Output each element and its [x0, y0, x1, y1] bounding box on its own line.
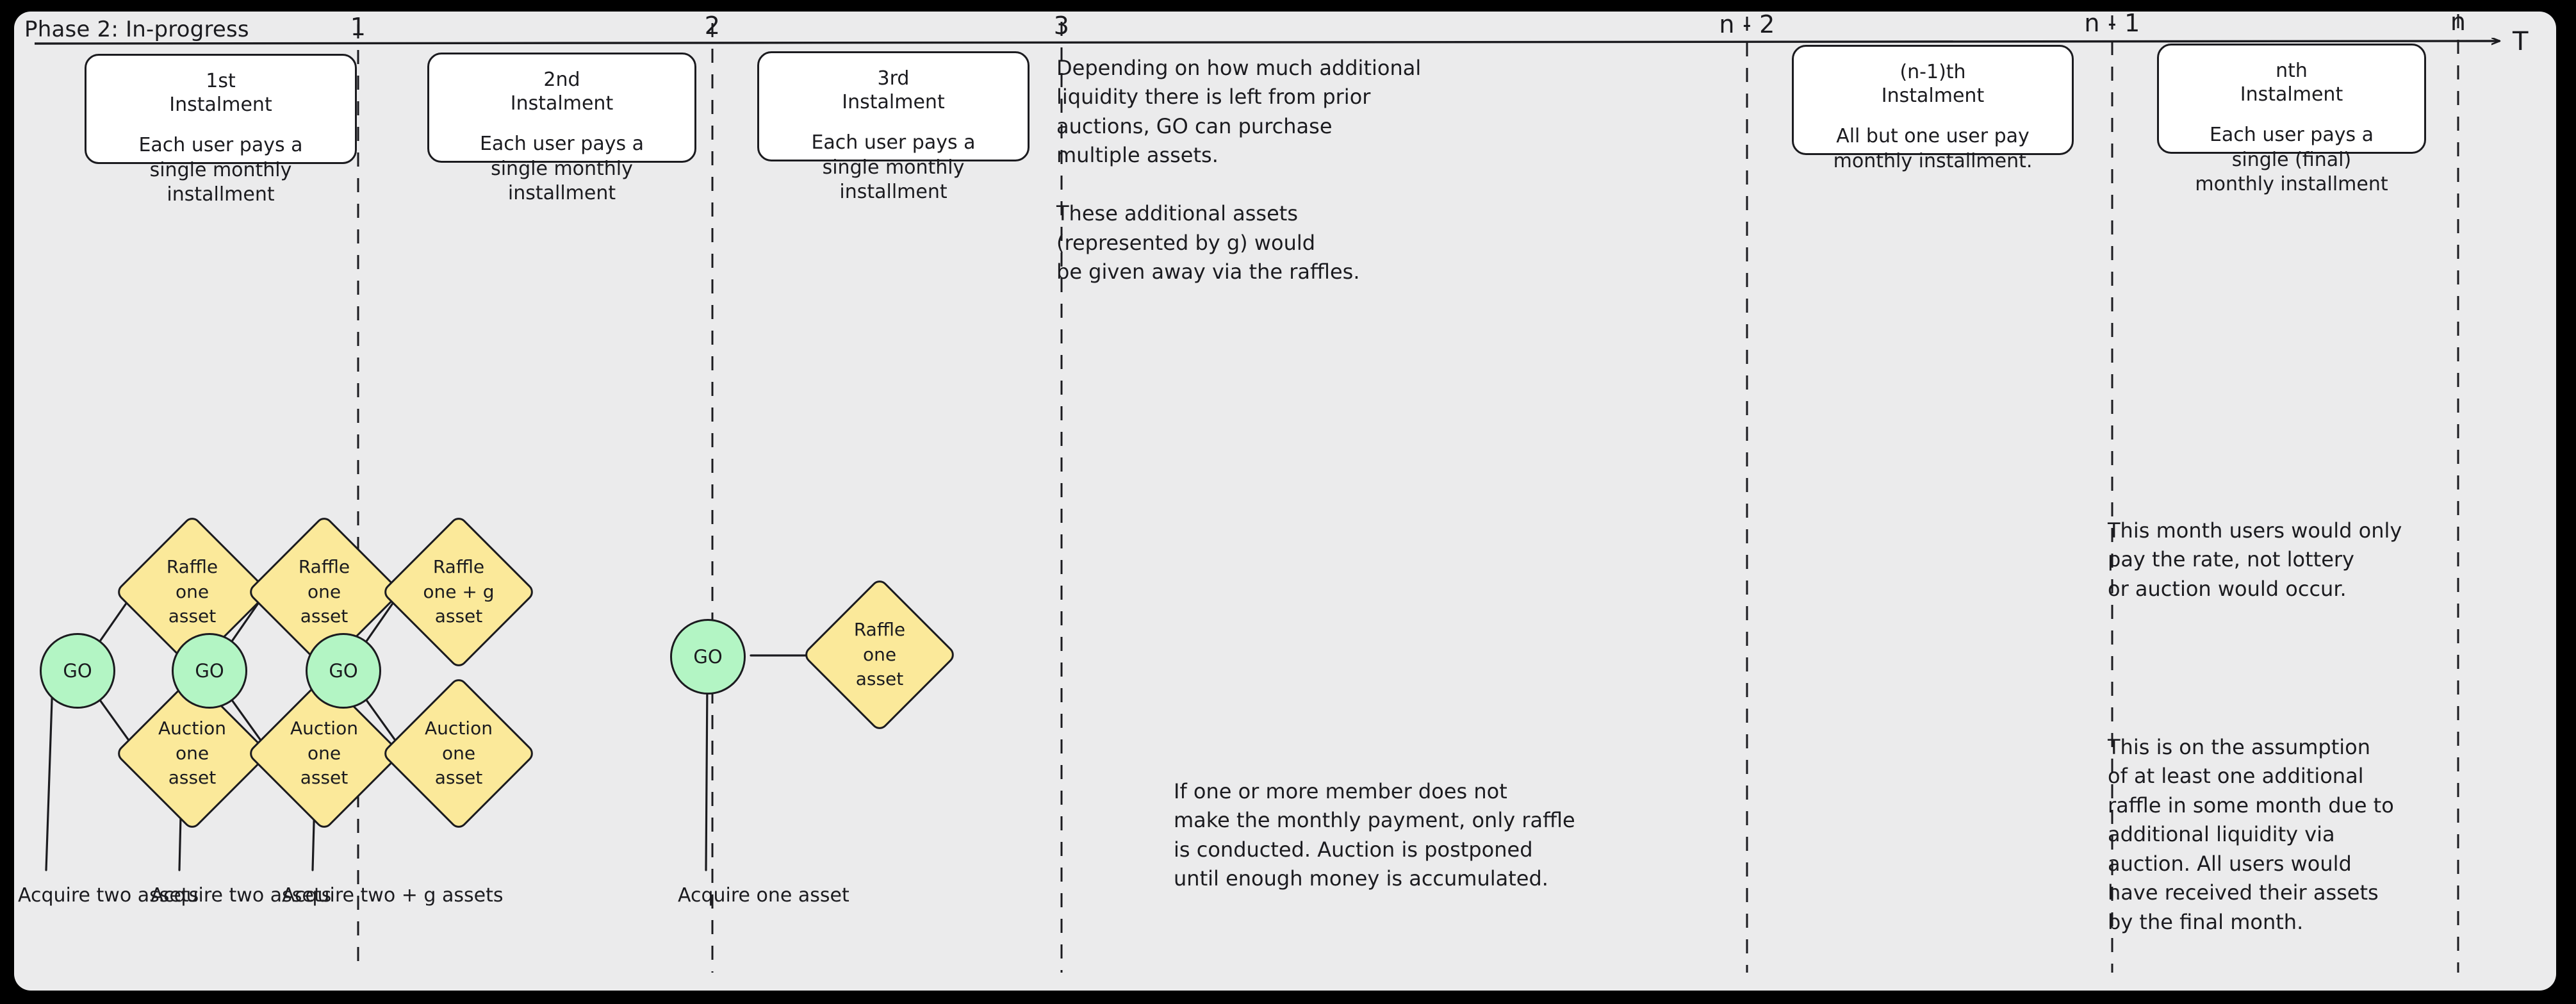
flow-arrows-group-1 [45, 590, 136, 871]
auction-node-2[interactable]: Auction one asset [246, 675, 402, 832]
go-label: GO [329, 660, 358, 682]
card-body: Each user pays a single monthly installm… [479, 133, 644, 204]
note-assumption: This is on the assumption of at least on… [2108, 735, 2394, 934]
raffle-node-4[interactable]: Raffle one asset [801, 577, 958, 733]
auction-node-3[interactable]: Auction one asset [381, 675, 537, 832]
card-3rd-instalment: 3rd Instalment Each user pays a single m… [757, 51, 1030, 203]
go-node-1[interactable]: GO [40, 633, 115, 709]
raffle-node-2[interactable]: Raffle one asset [246, 514, 402, 670]
card-title: 1st Instalment [169, 70, 272, 116]
go-node-2[interactable]: GO [172, 633, 247, 709]
card-1st-instalment: 1st Instalment Each user pays a single m… [85, 54, 357, 206]
page-title: Phase 2: In-progress [24, 17, 249, 42]
tick-label-n-1: n - 1 [2084, 12, 2140, 37]
raffle-node-1[interactable]: Raffle one asset [114, 514, 270, 670]
diagram-frame: Phase 2: In-progress 1 2 3 n - 2 n - 1 n… [14, 12, 2556, 991]
tick-label-1: 1 [350, 13, 366, 41]
go-label: GO [63, 660, 92, 682]
go-node-4[interactable]: GO [670, 619, 746, 695]
diamond-shape [381, 514, 537, 670]
card-body: All but one user pay monthly installment… [1833, 125, 2033, 172]
tick-label-n: n [2450, 12, 2466, 36]
go-label: GO [195, 660, 224, 682]
time-axis [34, 41, 2500, 44]
card-title: 3rd Instalment [842, 67, 945, 113]
card-body: Each user pays a single (final) monthly … [2195, 124, 2388, 195]
axis-label-T: T [2513, 27, 2529, 56]
raffle-node-3[interactable]: Raffle one + g asset [381, 514, 537, 670]
card-2nd-instalment: 2nd Instalment Each user pays a single m… [427, 53, 696, 204]
acquire-label-3: Acquire two + g assets [282, 884, 504, 907]
tick-label-n-2: n - 2 [1719, 12, 1775, 38]
acquire-label-4: Acquire one asset [678, 884, 849, 907]
tick-label-2: 2 [704, 12, 721, 40]
note-final-month-rate: This month users would only pay the rate… [2108, 518, 2402, 601]
card-body: Each user pays a single monthly installm… [138, 134, 303, 206]
card-body: Each user pays a single monthly installm… [811, 131, 976, 203]
card-nth-instalment: nth Instalment Each user pays a single (… [2157, 44, 2426, 195]
diamond-shape [801, 577, 958, 733]
note-missed-payment: If one or more member does not make the … [1174, 779, 1575, 891]
auction-node-1[interactable]: Auction one asset [114, 675, 270, 832]
diamond-shape [381, 675, 537, 832]
go-label: GO [693, 646, 723, 668]
note-liquidity: Depending on how much additional liquidi… [1056, 56, 1422, 284]
card-n-1-instalment: (n-1)th Instalment All but one user pay … [1792, 45, 2074, 172]
card-title: (n-1)th Instalment [1881, 61, 1985, 107]
go-node-3[interactable]: GO [306, 633, 381, 709]
card-title: 2nd Instalment [510, 69, 614, 115]
tick-label-3: 3 [1053, 12, 1070, 40]
card-title: nth Instalment [2240, 60, 2343, 106]
